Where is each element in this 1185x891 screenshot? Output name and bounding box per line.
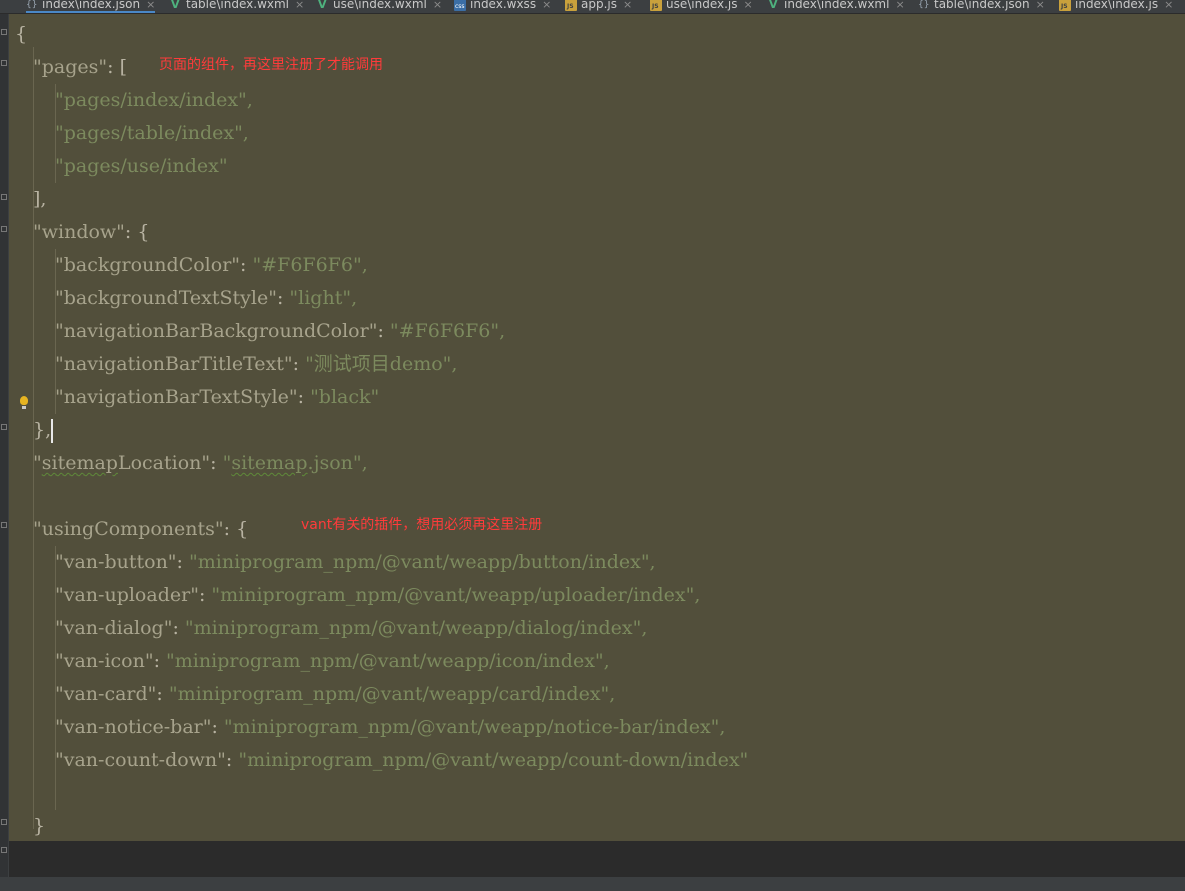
js-file-icon	[650, 0, 662, 11]
wxml-file-icon	[170, 0, 182, 11]
tab-label: use\index.js	[666, 0, 738, 11]
code-line: "pages": [	[33, 56, 127, 78]
tab-label: table\index.wxml	[186, 0, 290, 11]
code-line: "van-notice-bar": "miniprogram_npm/@vant…	[55, 716, 726, 738]
close-icon[interactable]: ×	[744, 0, 753, 13]
code-line: "backgroundColor": "#F6F6F6",	[55, 254, 368, 276]
code-line: "navigationBarTitleText": "测试项目demo",	[55, 353, 458, 375]
fold-marker-icon[interactable]	[1, 847, 7, 853]
code-line: "sitemapLocation": "sitemap.json",	[33, 452, 368, 474]
fold-marker-icon[interactable]	[1, 29, 7, 35]
close-icon[interactable]: ×	[542, 0, 551, 13]
code-line: {	[15, 23, 28, 45]
fold-marker-icon[interactable]	[1, 226, 7, 232]
tab-app-js[interactable]: app.js ×	[565, 0, 632, 13]
tab-table-index-wxml[interactable]: table\index.wxml ×	[170, 0, 304, 13]
tab-label: index\index.js	[1075, 0, 1159, 11]
code-line: "van-dialog": "miniprogram_npm/@vant/wea…	[55, 617, 648, 639]
fold-marker-icon[interactable]	[1, 424, 7, 430]
code-line: "pages/table/index",	[55, 122, 249, 144]
fold-marker-icon[interactable]	[1, 522, 7, 528]
tab-label: index\index.json	[42, 0, 141, 11]
code-line: "van-icon": "miniprogram_npm/@vant/weapp…	[55, 650, 610, 672]
js-file-icon	[565, 0, 577, 11]
status-bar	[0, 877, 1185, 891]
editor-tab-bar: index\index.json × table\index.wxml × us…	[0, 0, 1185, 14]
wxss-file-icon	[454, 0, 466, 11]
code-editor[interactable]: { "pages": [ 页面的组件，再这里注册了才能调用 "pages/ind…	[9, 14, 1185, 868]
close-icon[interactable]: ×	[895, 0, 904, 13]
code-line: "van-card": "miniprogram_npm/@vant/weapp…	[55, 683, 616, 705]
editor-empty-area	[9, 841, 1185, 877]
components-annotation: vant有关的插件，想用必须再这里注册	[301, 517, 543, 533]
lightbulb-icon[interactable]	[18, 396, 30, 412]
close-icon[interactable]: ×	[1036, 0, 1045, 13]
tab-index-index-js[interactable]: index\index.js ×	[1059, 0, 1173, 13]
tab-label: app.js	[581, 0, 617, 11]
wxml-file-icon	[768, 0, 780, 11]
code-line: "backgroundTextStyle": "light",	[55, 287, 358, 309]
fold-marker-icon[interactable]	[1, 60, 7, 66]
json-file-icon	[26, 0, 38, 11]
code-line: "navigationBarTextStyle": "black"	[55, 386, 380, 408]
tab-index-wxss[interactable]: index.wxss ×	[454, 0, 551, 13]
code-line: "usingComponents": {	[33, 518, 249, 540]
tab-use-index-js[interactable]: use\index.js ×	[650, 0, 753, 13]
close-icon[interactable]: ×	[623, 0, 632, 13]
close-icon[interactable]: ×	[1164, 0, 1173, 13]
code-line: "pages/use/index"	[55, 155, 228, 177]
close-icon[interactable]: ×	[295, 0, 304, 13]
tab-table-index-json[interactable]: table\index.json ×	[918, 0, 1045, 13]
js-file-icon	[1059, 0, 1071, 11]
tab-label: use\index.wxml	[333, 0, 427, 11]
code-line: "van-button": "miniprogram_npm/@vant/wea…	[55, 551, 656, 573]
close-icon[interactable]: ×	[433, 0, 442, 13]
pages-annotation: 页面的组件，再这里注册了才能调用	[159, 57, 383, 73]
fold-marker-icon[interactable]	[1, 819, 7, 825]
fold-marker-icon[interactable]	[1, 194, 7, 200]
tab-label: index\index.wxml	[784, 0, 890, 11]
code-line: "navigationBarBackgroundColor": "#F6F6F6…	[55, 320, 506, 342]
wxml-file-icon	[317, 0, 329, 11]
json-file-icon	[918, 0, 930, 11]
tab-use-index-wxml[interactable]: use\index.wxml ×	[317, 0, 442, 13]
close-icon[interactable]: ×	[146, 0, 155, 13]
code-line: "van-uploader": "miniprogram_npm/@vant/w…	[55, 584, 701, 606]
code-line: }	[33, 815, 46, 837]
code-line: ],	[33, 188, 47, 210]
text-caret	[51, 419, 54, 443]
code-line: "van-count-down": "miniprogram_npm/@vant…	[55, 749, 749, 771]
code-line: "window": {	[33, 221, 150, 243]
code-line: "pages/index/index",	[55, 89, 253, 111]
editor-gutter	[0, 14, 9, 877]
tab-index-index-wxml[interactable]: index\index.wxml ×	[768, 0, 905, 13]
tab-label: index.wxss	[470, 0, 537, 11]
tab-label: table\index.json	[934, 0, 1030, 11]
code-line: },	[33, 419, 54, 443]
tab-index-index-json[interactable]: index\index.json ×	[26, 0, 156, 13]
